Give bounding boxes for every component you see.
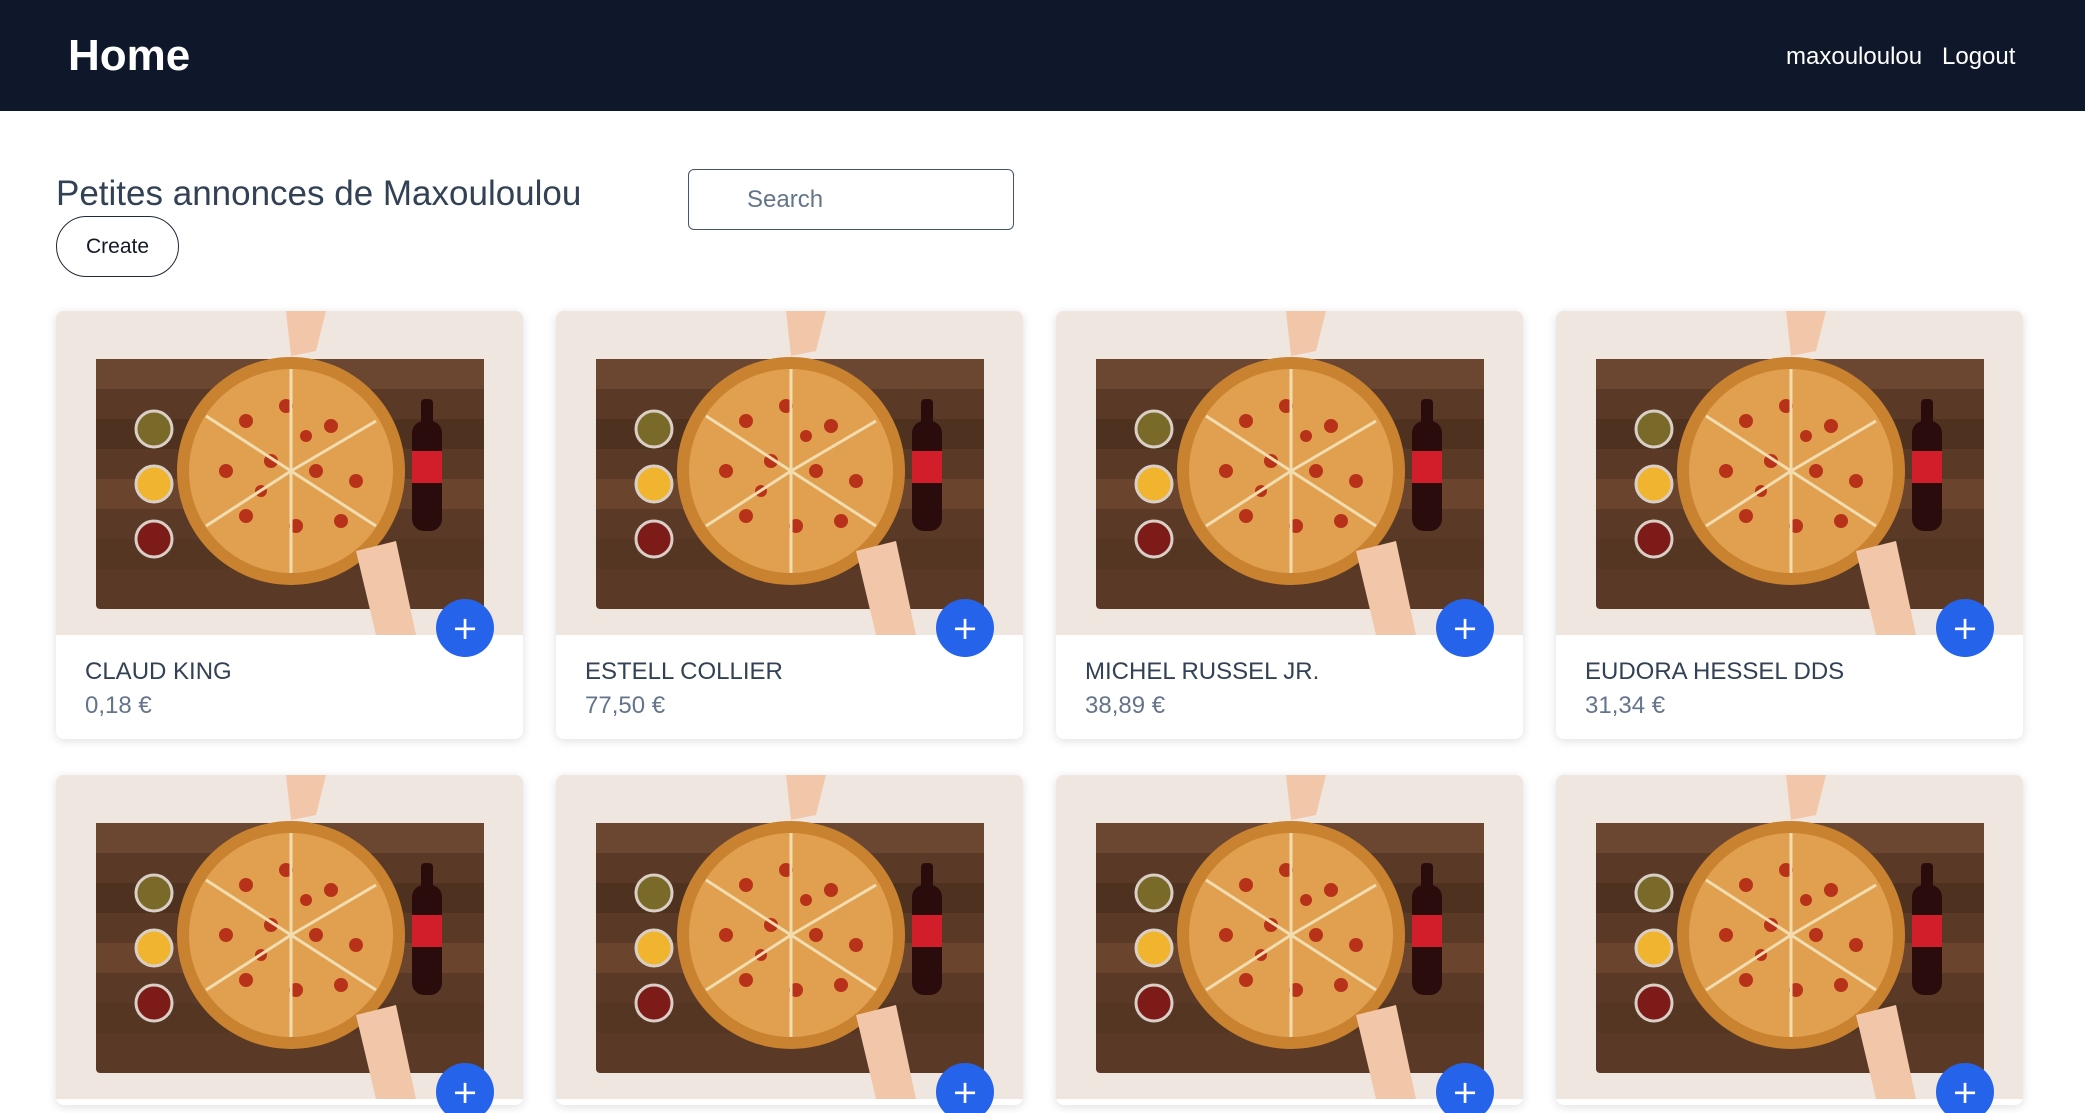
listing-card[interactable]: + — [1056, 775, 1523, 1113]
listing-card[interactable]: EUDORA HESSEL DDS 31,34 € + — [1556, 311, 2023, 739]
listing-price: 77,50 € — [585, 692, 666, 719]
listing-title: CLAUD KING — [85, 658, 232, 685]
plus-icon[interactable]: + — [436, 1063, 494, 1113]
search-input[interactable] — [688, 169, 1014, 230]
listing-title: ESTELL COLLIER — [585, 658, 783, 685]
plus-icon[interactable]: + — [1436, 599, 1494, 657]
page-title: Petites annonces de Maxouloulou — [56, 174, 582, 213]
listing-image — [1556, 311, 2023, 635]
listing-card[interactable]: ESTELL COLLIER 77,50 € + — [556, 311, 1023, 739]
create-button[interactable]: Create — [56, 216, 179, 277]
navbar: Home maxouloulou Logout — [0, 0, 2085, 111]
plus-icon[interactable]: + — [1436, 1063, 1494, 1113]
listing-image — [556, 311, 1023, 635]
listing-image — [1056, 775, 1523, 1099]
listing-card[interactable]: + — [556, 775, 1023, 1113]
user-name-link[interactable]: maxouloulou — [1786, 42, 1922, 72]
plus-icon[interactable]: + — [936, 599, 994, 657]
listing-card[interactable]: + — [1556, 775, 2023, 1113]
plus-icon[interactable]: + — [436, 599, 494, 657]
listing-image — [56, 775, 523, 1099]
plus-icon[interactable]: + — [1936, 1063, 1994, 1113]
listing-image — [1056, 311, 1523, 635]
plus-icon[interactable]: + — [936, 1063, 994, 1113]
home-link[interactable]: Home — [68, 30, 190, 82]
listing-card[interactable]: + — [56, 775, 523, 1113]
logout-link[interactable]: Logout — [1942, 42, 2015, 72]
listing-card[interactable]: CLAUD KING 0,18 € + — [56, 311, 523, 739]
listing-price: 31,34 € — [1585, 692, 1666, 719]
listing-image — [1556, 775, 2023, 1099]
plus-icon[interactable]: + — [1936, 599, 1994, 657]
listing-price: 0,18 € — [85, 692, 152, 719]
listing-image — [56, 311, 523, 635]
listing-title: EUDORA HESSEL DDS — [1585, 658, 1845, 685]
listing-image — [556, 775, 1023, 1099]
listing-card[interactable]: MICHEL RUSSEL JR. 38,89 € + — [1056, 311, 1523, 739]
listing-price: 38,89 € — [1085, 692, 1166, 719]
listing-title: MICHEL RUSSEL JR. — [1085, 658, 1320, 685]
